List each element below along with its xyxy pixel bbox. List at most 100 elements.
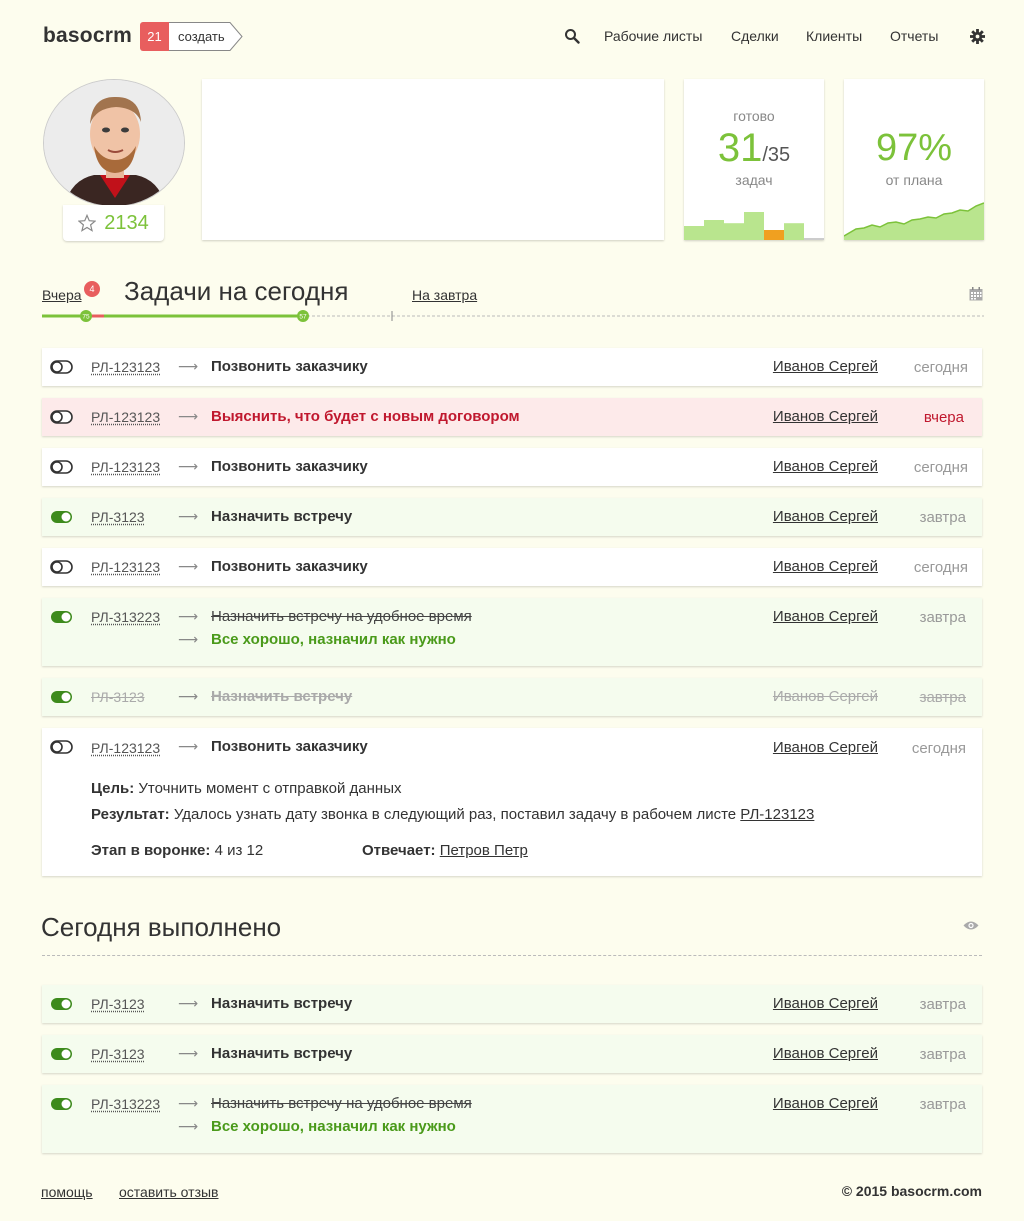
task-row-done[interactable]: РЛ-3123 ⟶ Назначить встречу Иванов Серге… bbox=[42, 498, 982, 536]
plan-stat-card[interactable]: 97% от плана bbox=[844, 79, 984, 240]
tab-tomorrow[interactable]: На завтра bbox=[412, 287, 477, 303]
task-due: сегодня bbox=[913, 359, 968, 376]
toggle-on-icon[interactable] bbox=[50, 997, 73, 1011]
task-id-link[interactable]: РЛ-123123 bbox=[91, 359, 160, 375]
toggle-off-icon[interactable] bbox=[50, 360, 73, 374]
done-bar bbox=[764, 230, 784, 240]
assignee-link[interactable]: Иванов Сергей bbox=[773, 508, 878, 525]
task-id-link[interactable]: РЛ-123123 bbox=[91, 559, 160, 575]
rating-score: 2134 bbox=[63, 205, 164, 241]
task-id-link[interactable]: РЛ-313223 bbox=[91, 1096, 160, 1112]
toggle-off-icon[interactable] bbox=[50, 740, 73, 754]
assignee-link[interactable]: Иванов Сергей bbox=[773, 688, 878, 705]
task-title[interactable]: Позвонить заказчику bbox=[211, 458, 368, 475]
tab-yesterday[interactable]: Вчера bbox=[42, 287, 82, 303]
nav-clients[interactable]: Клиенты bbox=[806, 28, 862, 44]
task-title[interactable]: Выяснить, что будет с новым договором bbox=[211, 408, 520, 425]
task-id-link[interactable]: РЛ-3123 bbox=[91, 509, 145, 525]
eye-icon[interactable] bbox=[963, 920, 979, 931]
avatar[interactable] bbox=[43, 79, 185, 207]
done-stat-card[interactable]: готово 31/35 задач bbox=[684, 79, 824, 240]
owner-link[interactable]: Петров Петр bbox=[440, 842, 528, 859]
copyright: © 2015 basocrm.com bbox=[841, 1183, 982, 1199]
stage-label: Этап в воронке: bbox=[91, 842, 211, 859]
task-title[interactable]: Назначить встречу bbox=[211, 995, 352, 1012]
task-result: Все хорошо, назначил как нужно bbox=[211, 1118, 456, 1135]
toggle-off-icon[interactable] bbox=[50, 560, 73, 574]
task-row[interactable]: РЛ-123123 ⟶ Позвонить заказчику Иванов С… bbox=[42, 448, 982, 486]
arrow-icon: ⟶ bbox=[178, 631, 199, 647]
create-count-badge: 21 bbox=[140, 22, 169, 51]
task-row[interactable]: РЛ-123123 ⟶ Позвонить заказчику Иванов С… bbox=[42, 348, 982, 386]
arrow-icon: ⟶ bbox=[178, 1095, 199, 1111]
task-result: Все хорошо, назначил как нужно bbox=[211, 631, 456, 648]
assignee-link[interactable]: Иванов Сергей bbox=[773, 1045, 878, 1062]
task-row-expanded[interactable]: РЛ-123123 ⟶ Позвонить заказчику Иванов С… bbox=[42, 728, 982, 876]
toggle-on-icon[interactable] bbox=[50, 1097, 73, 1111]
task-title[interactable]: Назначить встречу bbox=[211, 688, 352, 705]
gear-icon[interactable] bbox=[970, 29, 985, 44]
task-title[interactable]: Назначить встречу bbox=[211, 1045, 352, 1062]
avatar-portrait bbox=[44, 80, 184, 206]
task-id-link[interactable]: РЛ-123123 bbox=[91, 740, 160, 756]
toggle-on-icon[interactable] bbox=[50, 610, 73, 624]
help-link[interactable]: помощь bbox=[41, 1184, 93, 1200]
task-title[interactable]: Позвонить заказчику bbox=[211, 358, 368, 375]
toggle-off-icon[interactable] bbox=[50, 410, 73, 424]
completed-task-row[interactable]: РЛ-313223 ⟶ Назначить встречу на удобное… bbox=[42, 1085, 982, 1153]
search-icon[interactable] bbox=[564, 28, 580, 44]
task-row-done[interactable]: РЛ-313223 ⟶ Назначить встречу на удобное… bbox=[42, 598, 982, 666]
completed-task-row[interactable]: РЛ-3123 ⟶ Назначить встречу Иванов Серге… bbox=[42, 985, 982, 1023]
assignee-link[interactable]: Иванов Сергей bbox=[773, 608, 878, 625]
calendar-icon[interactable] bbox=[969, 287, 983, 301]
result-worksheet-link[interactable]: РЛ-123123 bbox=[740, 806, 814, 823]
assignee-link[interactable]: Иванов Сергей bbox=[773, 1095, 878, 1112]
done-unit: задач bbox=[735, 172, 773, 188]
plan-value: 97% bbox=[875, 127, 953, 169]
logo[interactable]: basocrm bbox=[43, 24, 132, 48]
nav-deals[interactable]: Сделки bbox=[731, 28, 779, 44]
done-sparkbars bbox=[684, 212, 824, 240]
goal-label: Цель: bbox=[91, 780, 135, 797]
toggle-on-icon[interactable] bbox=[50, 1047, 73, 1061]
assignee-link[interactable]: Иванов Сергей bbox=[773, 458, 878, 475]
star-icon bbox=[78, 214, 97, 232]
timeline-marker-end: 57 bbox=[299, 314, 307, 321]
task-title[interactable]: Позвонить заказчику bbox=[211, 738, 368, 755]
task-stage: Этап в воронке: 4 из 12 bbox=[91, 842, 263, 859]
assignee-link[interactable]: Иванов Сергей bbox=[773, 358, 878, 375]
task-title[interactable]: Назначить встречу bbox=[211, 508, 352, 525]
task-id-link[interactable]: РЛ-123123 bbox=[91, 409, 160, 425]
task-id-link[interactable]: РЛ-123123 bbox=[91, 459, 160, 475]
assignee-link[interactable]: Иванов Сергей bbox=[773, 558, 878, 575]
task-row-cancelled[interactable]: РЛ-3123 ⟶ Назначить встречу Иванов Серге… bbox=[42, 678, 982, 716]
nav-worksheets[interactable]: Рабочие листы bbox=[604, 28, 702, 44]
toggle-on-icon[interactable] bbox=[50, 510, 73, 524]
assignee-link[interactable]: Иванов Сергей bbox=[773, 408, 878, 425]
arrow-icon: ⟶ bbox=[178, 995, 199, 1011]
task-due: сегодня bbox=[911, 740, 966, 757]
create-button[interactable]: 21 создать bbox=[140, 22, 243, 51]
toggle-off-icon[interactable] bbox=[50, 460, 73, 474]
toggle-on-icon[interactable] bbox=[50, 690, 73, 704]
result-label: Результат: bbox=[91, 806, 170, 823]
task-title[interactable]: Назначить встречу на удобное время bbox=[211, 608, 472, 625]
feedback-link[interactable]: оставить отзыв bbox=[119, 1184, 219, 1200]
task-title[interactable]: Назначить встречу на удобное время bbox=[211, 1095, 472, 1112]
task-id-link[interactable]: РЛ-3123 bbox=[91, 1046, 145, 1062]
arrow-icon: ⟶ bbox=[178, 508, 199, 524]
task-id-link[interactable]: РЛ-313223 bbox=[91, 609, 160, 625]
task-title[interactable]: Позвонить заказчику bbox=[211, 558, 368, 575]
task-id-link[interactable]: РЛ-3123 bbox=[91, 996, 145, 1012]
completed-task-row[interactable]: РЛ-3123 ⟶ Назначить встречу Иванов Серге… bbox=[42, 1035, 982, 1073]
done-value: 31 bbox=[717, 126, 763, 170]
task-due: завтра bbox=[919, 996, 966, 1013]
task-id-link[interactable]: РЛ-3123 bbox=[91, 689, 145, 705]
task-row[interactable]: РЛ-123123 ⟶ Позвонить заказчику Иванов С… bbox=[42, 548, 982, 586]
done-bar bbox=[744, 212, 764, 240]
nav-reports[interactable]: Отчеты bbox=[890, 28, 938, 44]
assignee-link[interactable]: Иванов Сергей bbox=[773, 739, 878, 756]
assignee-link[interactable]: Иванов Сергей bbox=[773, 995, 878, 1012]
task-row-overdue[interactable]: РЛ-123123 ⟶ Выяснить, что будет с новым … bbox=[42, 398, 982, 436]
result-text: Удалось узнать дату звонка в следующий р… bbox=[173, 806, 737, 823]
